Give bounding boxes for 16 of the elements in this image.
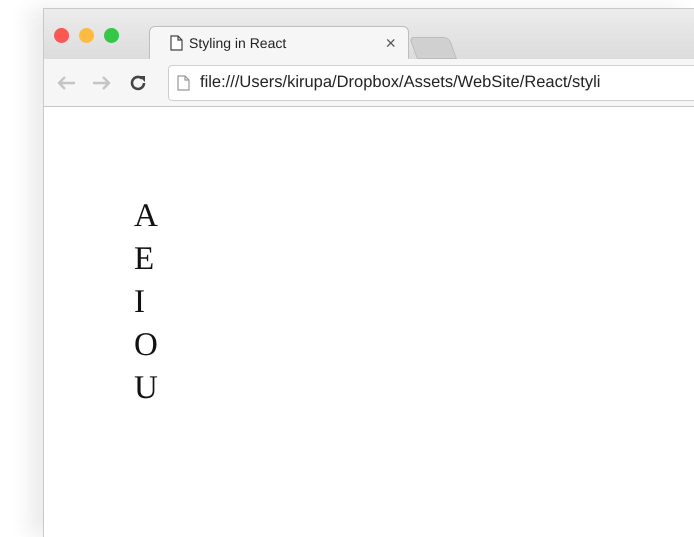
vowel-letter: U — [134, 369, 158, 408]
page-icon — [170, 35, 183, 51]
browser-tab[interactable]: Styling in React × — [149, 26, 409, 59]
vowel-letter: A — [134, 197, 158, 236]
page-icon — [177, 74, 190, 90]
vowel-letter: I — [134, 283, 145, 322]
vowel-letter: O — [134, 326, 158, 365]
address-bar[interactable]: file:///Users/kirupa/Dropbox/Assets/WebSite/React/styli — [168, 64, 694, 100]
new-tab-button[interactable] — [409, 37, 457, 59]
zoom-window-button[interactable] — [104, 28, 119, 43]
minimize-window-button[interactable] — [79, 28, 94, 43]
close-tab-button[interactable]: × — [385, 34, 396, 52]
close-window-button[interactable] — [54, 28, 69, 43]
url-text: file:///Users/kirupa/Dropbox/Assets/WebSite/React/styli — [200, 72, 600, 94]
vowel-letter: E — [134, 240, 154, 279]
tab-title: Styling in React — [189, 34, 286, 53]
